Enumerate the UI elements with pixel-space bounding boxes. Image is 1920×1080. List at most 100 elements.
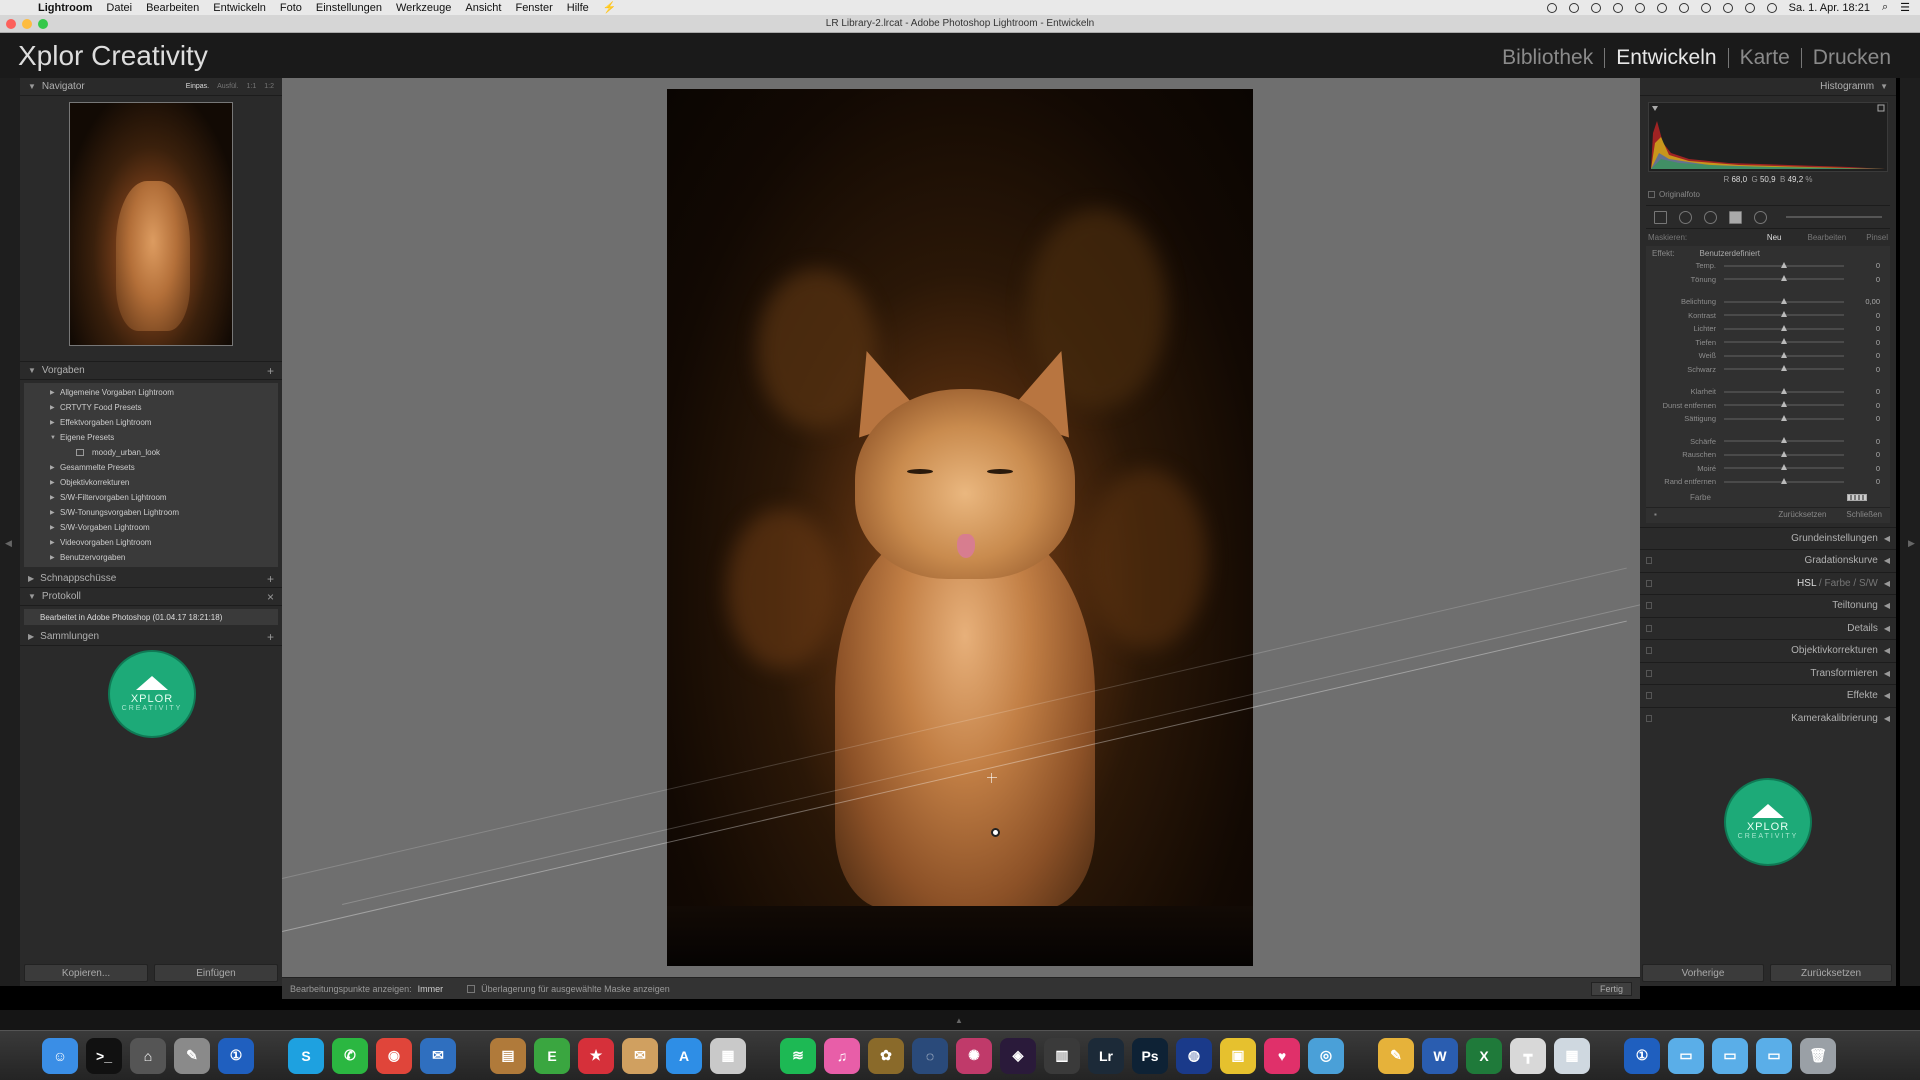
dock-spotify-icon[interactable]: ≋ xyxy=(780,1037,816,1074)
dock-kiss-app-icon[interactable]: ♥ xyxy=(1264,1037,1300,1074)
right-panel-edge[interactable]: ▶ xyxy=(1900,78,1920,986)
slider-value[interactable]: 0 xyxy=(1844,414,1880,423)
section-expand-arrow-icon[interactable]: ◀ xyxy=(1884,691,1890,700)
edit-points-select[interactable]: Immer xyxy=(418,984,444,994)
zoom-fill[interactable]: Ausfül. xyxy=(217,83,238,90)
navigator-header[interactable]: ▼ Navigator Einpas. Ausfül. 1:1 1:2 xyxy=(20,78,282,96)
dock-folder-2-icon[interactable]: ▭ xyxy=(1712,1037,1748,1074)
hsl-tabs[interactable]: HSL / Farbe / S/W xyxy=(1797,578,1878,589)
slider-value[interactable]: 0 xyxy=(1844,275,1880,284)
slider-value[interactable]: 0 xyxy=(1844,311,1880,320)
effect-select[interactable]: Benutzerdefiniert xyxy=(1700,249,1760,258)
expand-triangle-icon[interactable]: ▶ xyxy=(50,494,60,501)
expand-triangle-icon[interactable]: ▶ xyxy=(50,389,60,396)
menu-hilfe[interactable]: Hilfe xyxy=(567,2,589,14)
add-snapshot-icon[interactable]: + xyxy=(267,572,274,586)
creative-cloud-icon[interactable] xyxy=(1656,2,1667,13)
section-toggle-icon[interactable] xyxy=(1646,624,1652,632)
expand-triangle-icon[interactable]: ▶ xyxy=(50,554,60,561)
slider-knob[interactable] xyxy=(1781,387,1787,394)
hsl-tab[interactable]: HSL xyxy=(1797,578,1816,589)
slider-knob[interactable] xyxy=(1781,261,1787,268)
slider-value[interactable]: 0,00 xyxy=(1844,297,1880,306)
histogram-header[interactable]: Histogramm ▼ xyxy=(1640,78,1896,96)
dock-preview-icon[interactable]: ▦ xyxy=(710,1037,746,1074)
slider-value[interactable]: 0 xyxy=(1844,450,1880,459)
expand-triangle-icon[interactable]: ▶ xyxy=(50,419,60,426)
section-expand-arrow-icon[interactable]: ◀ xyxy=(1884,669,1890,678)
spot-removal-icon[interactable] xyxy=(1679,210,1692,224)
slider-knob[interactable] xyxy=(1781,450,1787,457)
section-7[interactable]: Transformieren ◀ xyxy=(1640,661,1896,685)
bluetooth-icon[interactable] xyxy=(1722,2,1733,13)
menu-foto[interactable]: Foto xyxy=(280,2,302,14)
section-toggle-icon[interactable] xyxy=(1646,602,1652,610)
menubar-clock[interactable]: Sa. 1. Apr. 18:21 xyxy=(1789,2,1870,14)
time-machine-icon[interactable] xyxy=(1700,2,1711,13)
dock-keynote-icon[interactable]: ┳ xyxy=(1510,1037,1546,1074)
menu-lightroom[interactable]: Lightroom xyxy=(38,2,92,14)
navigator-preview[interactable] xyxy=(69,102,233,346)
dock-archive-icon[interactable]: ▦ xyxy=(1554,1037,1590,1074)
slider-knob[interactable] xyxy=(1781,365,1787,372)
section-toggle-icon[interactable] xyxy=(1646,647,1652,655)
section-1[interactable]: Grundeinstellungen ◀ xyxy=(1640,526,1896,550)
section-expand-arrow-icon[interactable]: ◀ xyxy=(1884,556,1890,565)
preset-folder[interactable]: ▶ Gesammelte Presets xyxy=(24,460,278,475)
original-photo-checkbox[interactable] xyxy=(1648,191,1655,198)
slider-knob[interactable] xyxy=(1781,401,1787,408)
slider-track[interactable] xyxy=(1724,437,1844,444)
cloud-icon[interactable] xyxy=(1612,2,1623,13)
slider-track[interactable] xyxy=(1724,275,1844,282)
slider-knob[interactable] xyxy=(1781,414,1787,421)
zoom-window-button[interactable] xyxy=(38,19,48,29)
dock-davinci-icon[interactable]: ✺ xyxy=(956,1037,992,1074)
mask-brush-button[interactable]: Pinsel xyxy=(1866,233,1888,242)
dock-excel-icon[interactable]: X xyxy=(1466,1037,1502,1074)
slider-knob[interactable] xyxy=(1781,338,1787,345)
copy-settings-button[interactable]: Kopieren... xyxy=(24,964,148,982)
dock-whatsapp-icon[interactable]: ✆ xyxy=(332,1037,368,1074)
dock-premiere-icon[interactable]: ◈ xyxy=(1000,1037,1036,1074)
dock-launchpad-icon[interactable]: ⌂ xyxy=(130,1037,166,1074)
dock-folder-3-icon[interactable]: ▭ xyxy=(1756,1037,1792,1074)
preset-folder[interactable]: ▶ S/W-Filtervorgaben Lightroom xyxy=(24,490,278,505)
histogram[interactable] xyxy=(1648,102,1888,172)
effect-toggle-icon[interactable]: ▪ xyxy=(1654,510,1657,519)
expand-triangle-icon[interactable]: ▶ xyxy=(50,539,60,546)
slider-value[interactable]: 0 xyxy=(1844,324,1880,333)
section-expand-arrow-icon[interactable]: ◀ xyxy=(1884,624,1890,633)
mask-edit-button[interactable]: Bearbeiten xyxy=(1808,233,1847,242)
clock-icon[interactable] xyxy=(1678,2,1689,13)
preset-folder[interactable]: ▶ Allgemeine Vorgaben Lightroom xyxy=(24,385,278,400)
gradient-center-crosshair-icon[interactable] xyxy=(987,773,997,783)
section-5[interactable]: Details ◀ xyxy=(1640,616,1896,640)
slider-track[interactable] xyxy=(1724,261,1844,268)
menu-fenster[interactable]: Fenster xyxy=(515,2,552,14)
notification-center-icon[interactable]: ☰ xyxy=(1900,1,1910,14)
dock-evernote-icon[interactable]: E xyxy=(534,1037,570,1074)
close-window-button[interactable] xyxy=(6,19,16,29)
slider-value[interactable]: 0 xyxy=(1844,338,1880,347)
section-expand-arrow-icon[interactable]: ◀ xyxy=(1884,714,1890,723)
spotlight-icon[interactable]: ⌕ xyxy=(1882,1,1888,14)
collections-header[interactable]: ▶ Sammlungen + xyxy=(20,628,282,646)
preset-folder[interactable]: ▶ S/W-Vorgaben Lightroom xyxy=(24,520,278,535)
slider-track[interactable] xyxy=(1724,338,1844,345)
slider-knob[interactable] xyxy=(1781,297,1787,304)
menu-bearbeiten[interactable]: Bearbeiten xyxy=(146,2,199,14)
mask-pin[interactable] xyxy=(991,828,1000,837)
dock-colorsync-icon[interactable]: ▣ xyxy=(1220,1037,1256,1074)
collapse-triangle-icon[interactable]: ▼ xyxy=(50,435,60,441)
dock-trash-icon[interactable]: 🗑 xyxy=(1800,1037,1836,1074)
menu-werkzeuge[interactable]: Werkzeuge xyxy=(396,2,451,14)
section-toggle-icon[interactable] xyxy=(1646,692,1652,700)
dock-terminal-icon[interactable]: >_ xyxy=(86,1037,122,1074)
section-toggle-icon[interactable] xyxy=(1646,579,1652,587)
preset-folder[interactable]: ▶ Videovorgaben Lightroom xyxy=(24,535,278,550)
slider-knob[interactable] xyxy=(1781,351,1787,358)
dock-quicktime-icon[interactable]: ◌ xyxy=(912,1037,948,1074)
slider-track[interactable] xyxy=(1724,311,1844,318)
slider-knob[interactable] xyxy=(1781,311,1787,318)
zoom-1-1[interactable]: 1:1 xyxy=(247,83,257,90)
